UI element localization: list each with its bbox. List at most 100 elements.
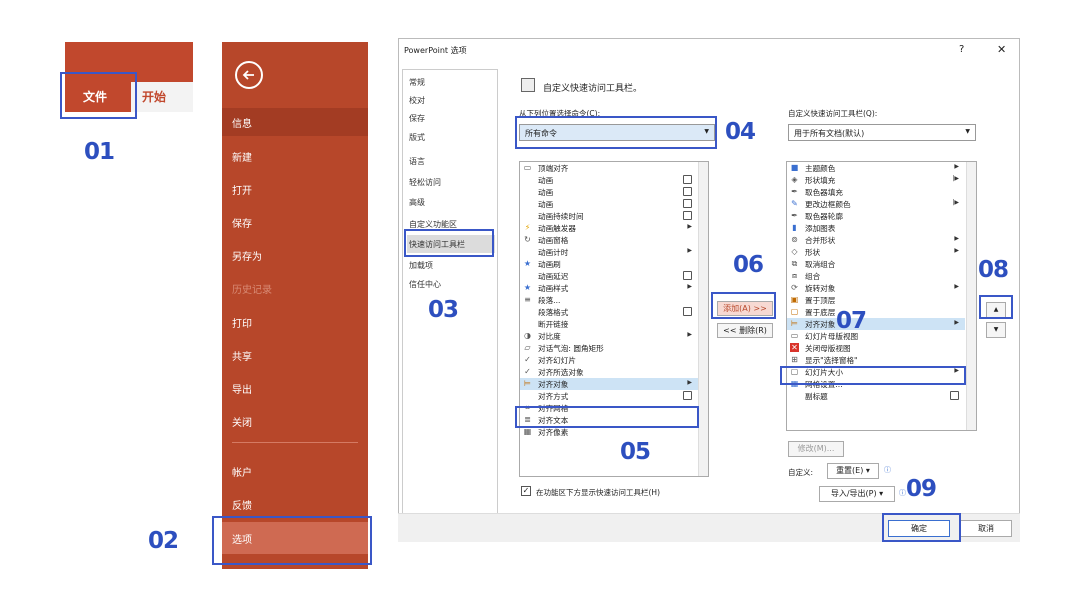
list-item[interactable]: ★ 动画样式 ▶ <box>520 282 698 294</box>
backstage-save-as[interactable]: 另存为 <box>232 248 262 263</box>
highlight-choose-commands <box>515 116 717 149</box>
step-01: 01 <box>84 139 115 165</box>
nav-accessibility[interactable]: 轻松访问 <box>409 177 441 188</box>
close-master-icon: ✕ <box>790 343 799 352</box>
list-item[interactable]: ✒ 取色器轮廓 <box>787 210 965 222</box>
step-08: 08 <box>978 257 1009 283</box>
list-item[interactable]: ⟳ 旋转对象 ▶ <box>787 282 965 294</box>
modify-button[interactable]: 修改(M)... <box>788 441 844 457</box>
backstage-close[interactable]: 关闭 <box>232 414 252 429</box>
list-item[interactable]: ≡ 段落... <box>520 294 698 306</box>
list-item[interactable]: ▮ 添加图表 <box>787 222 965 234</box>
nav-trust-center[interactable]: 信任中心 <box>409 279 441 290</box>
customize-qat-combo[interactable]: 用于所有文档(默认) ▼ <box>788 124 976 141</box>
nav-save[interactable]: 保存 <box>409 113 425 124</box>
checkmark-icon: ✓ <box>524 355 531 364</box>
commands-scrollbar[interactable] <box>698 162 708 476</box>
spin-box-icon <box>683 271 692 280</box>
backstage-new[interactable]: 新建 <box>232 149 252 164</box>
remove-button[interactable]: << 删除(R) <box>717 323 773 338</box>
list-item-selected[interactable]: ⊨ 对齐对象 ▶ <box>787 318 965 330</box>
commands-list[interactable]: ▭ 顶端对齐 动画 动画 动画 动画持续时间 ⚡ 动画触发器 ▶ ↻ 动画窗格 动画计时… <box>519 161 709 477</box>
backstage-feedback[interactable]: 反馈 <box>232 497 252 512</box>
animation-painter-icon: ★ <box>523 259 532 268</box>
list-item[interactable]: ◈ 形状填充 |▶ <box>787 174 965 186</box>
backstage-open[interactable]: 打开 <box>232 182 252 197</box>
list-item[interactable]: ✒ 取色器填充 <box>787 186 965 198</box>
list-item[interactable]: ▭ 幻灯片母版视图 <box>787 330 965 342</box>
import-export-button[interactable]: 导入/导出(P) ▾ <box>819 486 895 502</box>
list-item[interactable]: ⚡ 动画触发器 ▶ <box>520 222 698 234</box>
list-item[interactable]: ✓ 对齐幻灯片 <box>520 354 698 366</box>
nav-layout[interactable]: 版式 <box>409 132 425 143</box>
help-button[interactable]: ? <box>959 44 964 55</box>
list-item[interactable]: 动画计时 ▶ <box>520 246 698 258</box>
highlight-qat-nav <box>404 229 494 257</box>
list-item[interactable]: ▭ 顶端对齐 <box>520 162 698 174</box>
submenu-arrow-icon: ▶ <box>687 331 692 338</box>
backstage-export[interactable]: 导出 <box>232 381 252 396</box>
nav-language[interactable]: 语言 <box>409 156 425 167</box>
align-objects-icon: ⊨ <box>791 319 798 328</box>
list-item[interactable]: ⊚ 合并形状 ▶ <box>787 234 965 246</box>
move-down-button[interactable]: ▼ <box>986 322 1006 338</box>
contrast-icon: ◑ <box>524 331 531 340</box>
list-item[interactable]: 断开链接 <box>520 318 698 330</box>
nav-advanced[interactable]: 高级 <box>409 197 425 208</box>
list-item[interactable]: 动画持续时间 <box>520 210 698 222</box>
dropdown-box-icon <box>683 199 692 208</box>
reset-button[interactable]: 重置(E) ▾ <box>827 463 879 479</box>
close-icon[interactable]: ✕ <box>997 43 1006 56</box>
list-item[interactable]: 段落格式 <box>520 306 698 318</box>
list-item[interactable]: ◑ 对比度 ▶ <box>520 330 698 342</box>
group-icon: ⧈ <box>791 271 798 280</box>
list-item[interactable]: ✓ 对齐所选对象 <box>520 366 698 378</box>
step-07: 07 <box>836 308 867 334</box>
list-item[interactable]: ▢ 置于底层 <box>787 306 965 318</box>
list-item[interactable]: 对齐方式 <box>520 390 698 402</box>
nav-general[interactable]: 常规 <box>409 77 425 88</box>
backstage-share[interactable]: 共享 <box>232 348 252 363</box>
list-item[interactable]: ⧈ 组合 <box>787 270 965 282</box>
list-item[interactable]: ↻ 动画窗格 <box>520 234 698 246</box>
backstage-print[interactable]: 打印 <box>232 315 252 330</box>
list-item[interactable]: ★ 动画刷 <box>520 258 698 270</box>
backstage-menu: 信息 新建 打开 保存 另存为 历史记录 打印 共享 导出 关闭 帐户 反馈 选… <box>222 42 368 569</box>
list-item[interactable]: ■ 主题颜色 ▶ <box>787 162 965 174</box>
backstage-info[interactable]: 信息 <box>232 115 252 130</box>
list-item[interactable]: ✎ 更改边框颜色 |▶ <box>787 198 965 210</box>
list-item[interactable]: ⊞ 显示"选择窗格" <box>787 354 965 366</box>
dialog-title: PowerPoint 选项 <box>404 46 467 55</box>
qat-icon <box>521 78 535 92</box>
checkmark-icon: ✓ <box>524 367 531 376</box>
home-tab[interactable]: 开始 <box>142 88 166 105</box>
submenu-arrow-icon: ▶ <box>687 247 692 254</box>
list-item[interactable]: 动画 <box>520 174 698 186</box>
list-item[interactable]: ⧉ 取消组合 <box>787 258 965 270</box>
callout-icon: ▱ <box>524 343 531 352</box>
list-item-selected[interactable]: ⊨ 对齐对象 ▶ <box>520 378 698 390</box>
list-item[interactable]: ◇ 形状 ▶ <box>787 246 965 258</box>
backstage-history[interactable]: 历史记录 <box>232 281 272 296</box>
nav-add-ins[interactable]: 加载项 <box>409 260 433 271</box>
backstage-save[interactable]: 保存 <box>232 215 252 230</box>
qat-list[interactable]: ■ 主题颜色 ▶ ◈ 形状填充 |▶ ✒ 取色器填充 ✎ 更改边框颜色 |▶ ✒ 取色器轮廓 ▮… <box>786 161 977 431</box>
list-item[interactable]: 动画 <box>520 186 698 198</box>
backstage-divider <box>232 442 358 443</box>
star-icon: ★ <box>523 283 532 292</box>
qat-scrollbar[interactable] <box>966 162 976 430</box>
nav-proofing[interactable]: 校对 <box>409 95 425 106</box>
show-below-checkbox[interactable]: ✓ <box>521 486 531 496</box>
list-item[interactable]: ▣ 置于顶层 <box>787 294 965 306</box>
backstage-account[interactable]: 帐户 <box>232 464 252 479</box>
list-item[interactable]: ✕ 关闭母版视图 <box>787 342 965 354</box>
list-item[interactable]: 副标题 <box>787 390 965 402</box>
highlight-add-button <box>711 292 776 319</box>
list-item[interactable]: 动画延迟 <box>520 270 698 282</box>
list-item[interactable]: 动画 <box>520 198 698 210</box>
back-button[interactable] <box>235 61 263 89</box>
list-item[interactable]: ▱ 对话气泡: 圆角矩形 <box>520 342 698 354</box>
customizations-label: 自定义: <box>788 468 814 477</box>
cancel-button[interactable]: 取消 <box>960 520 1012 537</box>
dropdown-box-icon <box>683 175 692 184</box>
